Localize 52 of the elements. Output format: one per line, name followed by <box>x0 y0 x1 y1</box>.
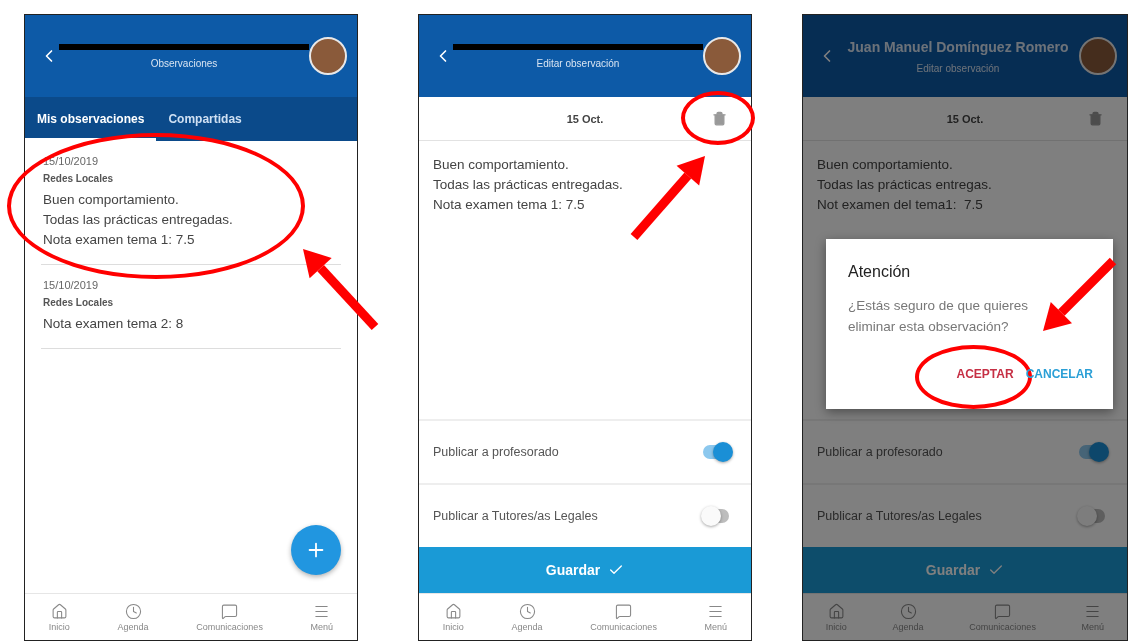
home-icon <box>827 602 845 620</box>
home-icon <box>444 602 462 620</box>
header-subtitle: Editar observación <box>536 57 620 69</box>
observation-subject: Redes Locales <box>43 297 115 308</box>
nav-item[interactable]: Inicio <box>48 602 70 632</box>
dialog-title: Atención <box>848 263 912 281</box>
nav-item[interactable]: Inicio <box>442 602 464 632</box>
observation-text: Nota examen tema 2: 8 <box>43 315 185 333</box>
chat-icon <box>615 602 633 620</box>
header-subtitle: Editar observación <box>916 62 1000 74</box>
nav-item[interactable]: Agenda <box>117 602 149 632</box>
add-button[interactable] <box>291 525 341 575</box>
observation-text[interactable]: Buen comportamiento. Todas las prácticas entregas. Not examen del tema1: 7.5 <box>803 141 1127 229</box>
avatar-placeholder[interactable] <box>309 37 347 75</box>
trash-icon <box>1087 110 1103 126</box>
nav-item[interactable]: Comunicaciones <box>590 602 657 632</box>
observation-date: 15/10/2019 <box>43 155 100 167</box>
trash-icon <box>711 110 727 126</box>
clock-icon <box>899 602 917 620</box>
observation-date: 15 Oct. <box>566 112 604 125</box>
header-title: Juan Manuel Domínguez Romero <box>847 38 1069 55</box>
header-subtitle: Observaciones <box>150 57 218 69</box>
chat-icon <box>994 602 1012 620</box>
dialog-message: ¿Estás seguro de que quieres eliminar esta observación? <box>848 297 1030 336</box>
nav-item[interactable]: Menú <box>704 602 728 632</box>
toggle-label: Publicar a Tutores/as Legales <box>817 509 982 523</box>
avatar-placeholder[interactable] <box>1079 37 1117 75</box>
tab[interactable]: Compartidas <box>156 97 254 141</box>
toggle-switch[interactable] <box>703 509 729 523</box>
clock-icon <box>124 602 142 620</box>
toggle-switch[interactable] <box>1079 509 1105 523</box>
avatar-placeholder[interactable] <box>703 37 741 75</box>
toggle-label: Publicar a Tutores/as Legales <box>433 509 598 523</box>
observation-date: 15 Oct. <box>946 112 984 125</box>
clock-icon <box>518 602 536 620</box>
chat-icon <box>221 602 239 620</box>
save-button[interactable]: Guardar <box>419 547 751 593</box>
toggle-label: Publicar a profesorado <box>817 445 943 459</box>
tab[interactable]: Mis observaciones <box>25 97 157 141</box>
observation-text: Buen comportamiento. Todas las prácticas entregadas. Nota examen tema 1: 7.5 <box>43 191 234 249</box>
nav-item[interactable]: Agenda <box>511 602 543 632</box>
observation-date: 15/10/2019 <box>43 279 100 291</box>
dialog-button[interactable]: ACEPTAR <box>952 359 1018 389</box>
observation-text[interactable]: Buen comportamiento. Todas las prácticas entregadas. Nota examen tema 1: 7.5 <box>419 141 751 229</box>
observation-item[interactable]: 15/10/2019 Redes Locales Nota examen tema 2: 8 <box>41 265 341 349</box>
nav-item[interactable]: Menú <box>310 602 334 632</box>
nav-item[interactable]: Comunicaciones <box>196 602 263 632</box>
home-icon <box>50 602 68 620</box>
observation-subject: Redes Locales <box>43 173 115 184</box>
save-button[interactable]: Guardar <box>803 547 1127 593</box>
toggle-label: Publicar a profesorado <box>433 445 559 459</box>
nav-item[interactable]: Menú <box>1081 602 1105 632</box>
